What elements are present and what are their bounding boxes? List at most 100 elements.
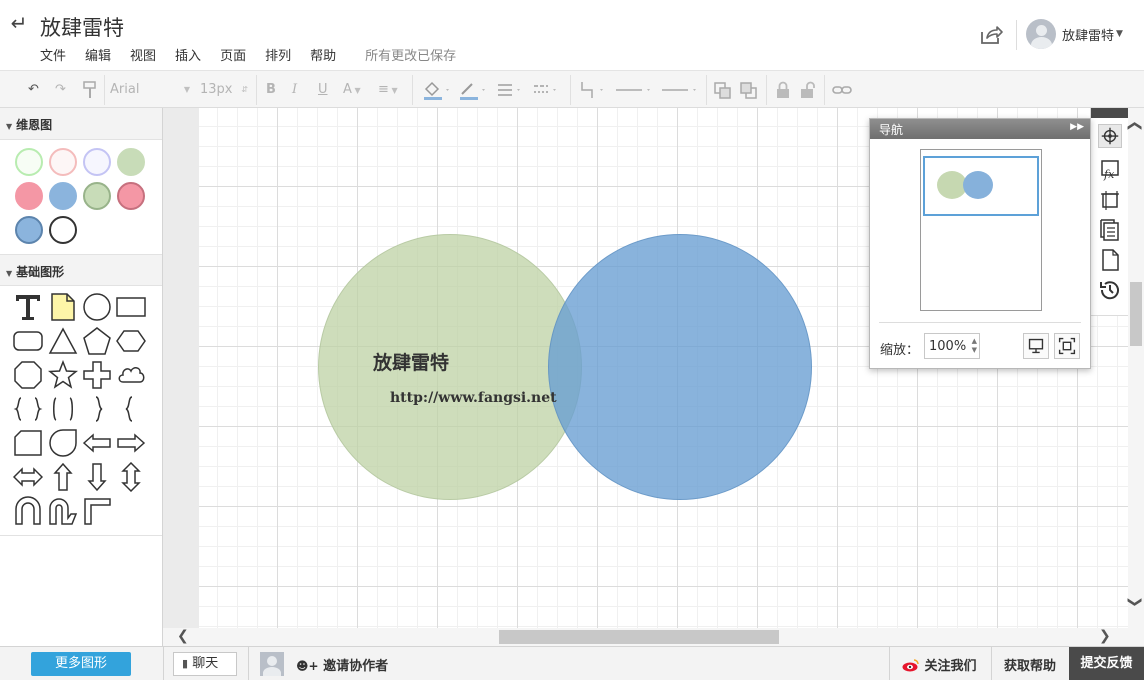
horizontal-scroll-thumb[interactable] (499, 630, 779, 644)
zoom-stepper-icon[interactable]: ▲ ▼ (972, 337, 977, 355)
fit-page-icon[interactable] (1054, 333, 1080, 359)
zoom-input[interactable]: 100% ▲ ▼ (924, 333, 980, 359)
cross-icon[interactable] (82, 360, 112, 390)
line-width-icon[interactable] (496, 80, 524, 100)
section-header-venn[interactable]: ▼ 维恩图 (0, 108, 162, 140)
menu-page[interactable]: 页面 (220, 45, 246, 64)
menu-file[interactable]: 文件 (40, 45, 66, 64)
venn-swatch[interactable] (49, 216, 77, 244)
end-arrow-icon[interactable] (660, 80, 700, 100)
collaborator-avatar[interactable] (260, 652, 284, 676)
submit-feedback-button[interactable]: 提交反馈 (1069, 647, 1144, 680)
line-style-icon[interactable] (532, 80, 560, 100)
cloud-icon[interactable] (116, 360, 146, 390)
scroll-left-icon[interactable]: ❮ (177, 628, 189, 644)
link-icon[interactable] (832, 80, 852, 100)
bracket-pair-icon[interactable] (48, 394, 78, 424)
horizontal-scrollbar[interactable]: ❮ ❯ (163, 628, 1128, 646)
back-arrow-icon[interactable]: ↵ (8, 12, 30, 34)
unlock-icon[interactable] (800, 80, 816, 100)
venn-swatch[interactable] (83, 182, 111, 210)
down-arrow-icon[interactable] (82, 462, 112, 492)
chat-button[interactable]: ▮ 聊天 (173, 652, 237, 676)
document-title[interactable]: 放肆雷特 (40, 12, 124, 42)
venn-swatch[interactable] (117, 148, 145, 176)
card-icon[interactable] (13, 428, 43, 458)
venn-swatch[interactable] (15, 216, 43, 244)
lock-icon[interactable] (776, 80, 790, 100)
presentation-icon[interactable] (1023, 333, 1049, 359)
format-panel-icon[interactable]: fx (1098, 158, 1122, 182)
scroll-up-icon[interactable]: ❮ (1127, 120, 1143, 132)
pages-icon[interactable] (1098, 218, 1122, 242)
menu-help[interactable]: 帮助 (310, 45, 336, 64)
venn-circle-green[interactable] (318, 234, 582, 500)
up-arrow-icon[interactable] (48, 462, 78, 492)
venn-swatch[interactable] (15, 182, 43, 210)
invite-collaborator-button[interactable]: ☻+ 邀请协作者 (296, 655, 388, 674)
font-color-icon[interactable]: A ▼ (343, 80, 361, 100)
u-turn-icon[interactable] (13, 496, 43, 526)
scroll-right-icon[interactable]: ❯ (1099, 628, 1111, 644)
left-brace-icon[interactable] (116, 394, 146, 424)
rectangle-icon[interactable] (116, 292, 146, 322)
bring-to-front-icon[interactable] (714, 80, 732, 100)
note-icon[interactable] (48, 292, 78, 322)
venn-swatch[interactable] (49, 148, 77, 176)
venn-swatch[interactable] (83, 148, 111, 176)
document-icon[interactable] (1098, 248, 1122, 272)
menu-insert[interactable]: 插入 (175, 45, 201, 64)
left-right-arrow-icon[interactable] (13, 462, 43, 492)
user-menu[interactable]: 放肆雷特 ▼ (1026, 19, 1123, 49)
share-icon[interactable] (978, 22, 1004, 48)
undo-icon[interactable]: ↶ (28, 80, 39, 100)
vertical-scrollbar[interactable]: ❮ ❯ (1127, 108, 1144, 646)
right-arrow-icon[interactable] (116, 428, 146, 458)
connector-type-icon[interactable] (578, 80, 608, 100)
italic-icon[interactable]: I (292, 80, 297, 100)
navigator-icon[interactable] (1098, 124, 1122, 148)
double-u-icon[interactable] (48, 496, 78, 526)
format-painter-icon[interactable] (82, 80, 98, 100)
bold-icon[interactable]: B (266, 80, 276, 100)
venn-swatch[interactable] (49, 182, 77, 210)
pentagon-icon[interactable] (82, 326, 112, 356)
left-arrow-icon[interactable] (82, 428, 112, 458)
venn-swatch[interactable] (117, 182, 145, 210)
follow-us-button[interactable]: 关注我们 (902, 655, 977, 674)
up-down-arrow-icon[interactable] (116, 462, 146, 492)
hexagon-icon[interactable] (116, 326, 146, 356)
menu-edit[interactable]: 编辑 (85, 45, 111, 64)
get-help-button[interactable]: 获取帮助 (1004, 655, 1056, 674)
scroll-down-icon[interactable]: ❯ (1127, 596, 1143, 608)
brace-pair-icon[interactable] (13, 394, 43, 424)
fill-color-icon[interactable] (422, 80, 452, 100)
right-brace-icon[interactable] (82, 394, 112, 424)
venn-circle-blue[interactable] (548, 234, 812, 500)
expand-icon[interactable]: ▶▶ (1070, 122, 1084, 132)
history-icon[interactable] (1098, 278, 1122, 302)
font-family-select[interactable]: Arial ▼ (110, 80, 192, 100)
menu-arrange[interactable]: 排列 (265, 45, 291, 64)
align-icon[interactable]: ≡ ▼ (378, 80, 398, 100)
start-arrow-icon[interactable] (614, 80, 654, 100)
venn-title-text[interactable]: 放肆雷特 (373, 348, 449, 375)
vertical-scroll-thumb[interactable] (1130, 282, 1142, 346)
navigator-preview[interactable] (920, 149, 1042, 311)
star-icon[interactable] (48, 360, 78, 390)
underline-icon[interactable]: U (318, 80, 328, 100)
octagon-icon[interactable] (13, 360, 43, 390)
font-size-select[interactable]: 13px ⇵ (200, 80, 252, 100)
text-icon[interactable] (13, 292, 43, 322)
navigator-viewport[interactable] (923, 156, 1039, 216)
redo-icon[interactable]: ↷ (55, 80, 66, 100)
section-header-basic[interactable]: ▼ 基础图形 (0, 254, 162, 286)
triangle-icon[interactable] (48, 326, 78, 356)
send-to-back-icon[interactable] (740, 80, 758, 100)
rounded-rectangle-icon[interactable] (13, 326, 43, 356)
page-size-icon[interactable] (1098, 188, 1122, 212)
venn-swatch[interactable] (15, 148, 43, 176)
teardrop-icon[interactable] (48, 428, 78, 458)
menu-view[interactable]: 视图 (130, 45, 156, 64)
more-shapes-button[interactable]: 更多图形 (31, 652, 131, 676)
